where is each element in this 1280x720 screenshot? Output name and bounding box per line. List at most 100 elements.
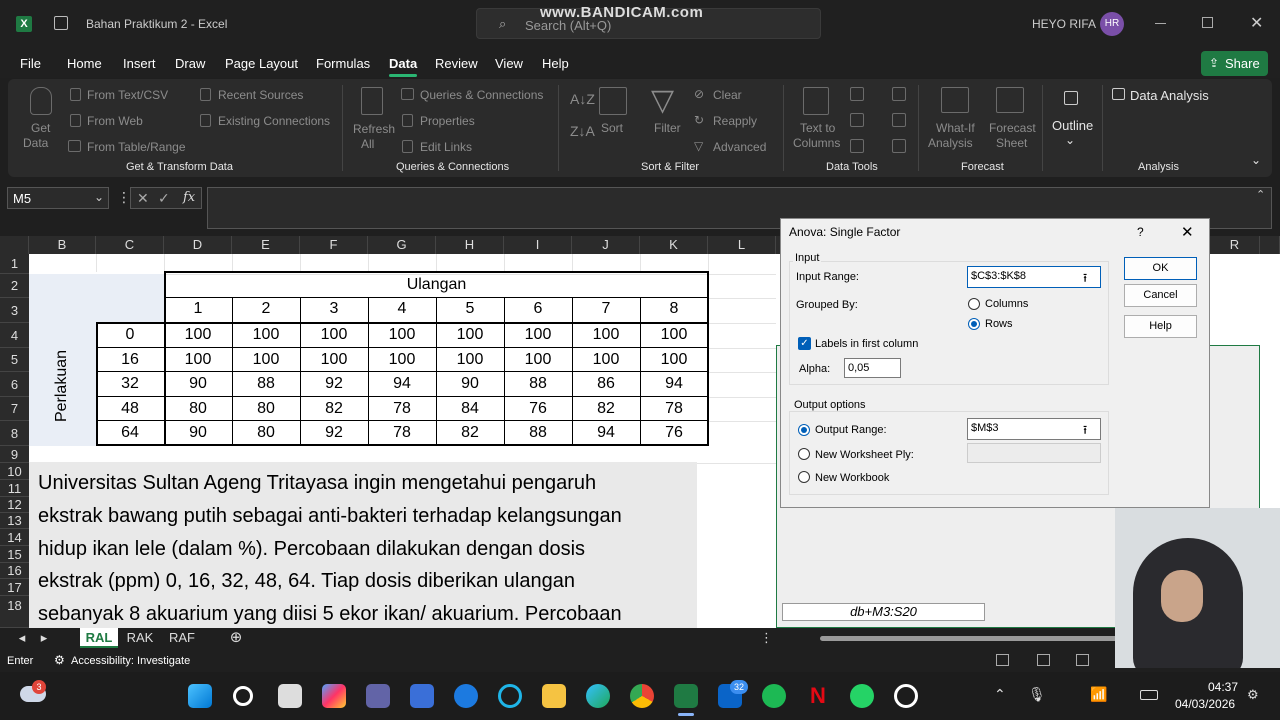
menu-page-layout[interactable]: Page Layout	[225, 56, 298, 71]
sort-za-icon[interactable]: Z↓A	[570, 123, 595, 139]
column-header-k[interactable]: K	[640, 236, 708, 254]
menu-formulas[interactable]: Formulas	[316, 56, 370, 71]
output-range-radio[interactable]	[798, 424, 810, 436]
cancel-entry-icon[interactable]: ✕	[137, 190, 149, 207]
confirm-entry-icon[interactable]: ✓	[158, 190, 170, 207]
value-cell[interactable]: 100	[436, 351, 504, 369]
value-cell[interactable]: 86	[572, 375, 640, 393]
normal-view-icon[interactable]	[996, 654, 1009, 666]
column-header-f[interactable]: F	[300, 236, 368, 254]
labels-checkbox[interactable]: ✓	[798, 337, 811, 350]
chevron-down-icon[interactable]: ⌄	[1065, 133, 1075, 147]
insert-function-icon[interactable]: fx	[183, 190, 195, 205]
recent-sources[interactable]: Recent Sources	[218, 88, 303, 102]
cortana-icon[interactable]	[498, 684, 522, 708]
row-header[interactable]: 10	[0, 463, 29, 480]
relationships-icon[interactable]	[892, 113, 906, 127]
value-cell[interactable]: 100	[300, 326, 368, 344]
dialog-help-icon[interactable]: ?	[1137, 225, 1144, 239]
show-hidden-icons[interactable]: ⌃	[994, 686, 1006, 703]
value-cell[interactable]: 100	[232, 326, 300, 344]
remove-duplicates-icon[interactable]	[850, 113, 864, 127]
value-cell[interactable]: 88	[232, 375, 300, 393]
value-cell[interactable]: 100	[368, 326, 436, 344]
from-web[interactable]: From Web	[87, 114, 143, 128]
new-workbook-label[interactable]: New Workbook	[815, 472, 889, 484]
help-button[interactable]: Help	[1124, 315, 1197, 338]
outline-label[interactable]: Outline	[1052, 118, 1093, 133]
task-view-icon[interactable]	[278, 684, 302, 708]
copilot-icon[interactable]	[322, 684, 346, 708]
column-header-l[interactable]: L	[708, 236, 776, 254]
row-header[interactable]: 3	[0, 298, 29, 323]
dialog-close-icon[interactable]: ✕	[1181, 223, 1194, 241]
new-worksheet-field[interactable]	[967, 443, 1101, 463]
dose-cell[interactable]: 64	[96, 424, 164, 442]
column-header-r[interactable]: R	[1210, 236, 1260, 254]
row-header[interactable]: 9	[0, 446, 29, 463]
get-data-label-2[interactable]: Data	[23, 136, 48, 150]
columns-radio[interactable]	[968, 298, 980, 310]
new-workbook-radio[interactable]	[798, 471, 810, 483]
consolidate-icon[interactable]	[892, 87, 906, 101]
tab-scroll-right-icon[interactable]: ▸	[38, 628, 50, 648]
sheet-tab-raf[interactable]: RAF	[164, 628, 200, 648]
spotify-icon[interactable]	[762, 684, 786, 708]
edge-icon[interactable]	[586, 684, 610, 708]
share-button[interactable]: ⇪ Share	[1201, 51, 1268, 76]
row-header[interactable]: 15	[0, 546, 29, 563]
notification-icon[interactable]: ⚙	[1247, 687, 1259, 703]
row-header[interactable]: 14	[0, 529, 29, 546]
restore-icon[interactable]	[1202, 17, 1213, 28]
ok-button[interactable]: OK	[1124, 257, 1197, 280]
more-icon[interactable]: ⋮	[117, 189, 131, 206]
value-cell[interactable]: 100	[572, 326, 640, 344]
value-cell[interactable]: 100	[300, 351, 368, 369]
sort-label[interactable]: Sort	[601, 121, 623, 135]
netflix-icon[interactable]: N	[806, 684, 830, 708]
menu-help[interactable]: Help	[542, 56, 569, 71]
menu-view[interactable]: View	[495, 56, 523, 71]
value-cell[interactable]: 94	[368, 375, 436, 393]
page-layout-view-icon[interactable]	[1037, 654, 1050, 666]
text-to-columns-label[interactable]: Text to	[800, 121, 835, 135]
text-to-columns-label-2[interactable]: Columns	[793, 136, 840, 150]
alpha-field[interactable]: 0,05	[844, 358, 901, 378]
value-cell[interactable]: 100	[640, 351, 708, 369]
row-header[interactable]: 4	[0, 323, 29, 348]
column-header-c[interactable]: C	[96, 236, 164, 254]
menu-data[interactable]: Data	[389, 56, 417, 71]
new-worksheet-radio[interactable]	[798, 448, 810, 460]
clock-date[interactable]: 04/03/2026	[1175, 697, 1235, 711]
refresh-all-label[interactable]: Refresh	[353, 122, 395, 136]
store-icon[interactable]	[410, 684, 434, 708]
value-cell[interactable]: 100	[164, 351, 232, 369]
value-cell[interactable]: 78	[368, 424, 436, 442]
value-cell[interactable]: 100	[436, 326, 504, 344]
what-if-label-2[interactable]: Analysis	[928, 136, 973, 150]
value-cell[interactable]: 80	[164, 400, 232, 418]
value-cell[interactable]: 100	[504, 326, 572, 344]
value-cell[interactable]: 88	[504, 424, 572, 442]
value-cell[interactable]: 78	[640, 400, 708, 418]
collapse-dialog-icon[interactable]: ⭱	[1083, 421, 1087, 442]
output-range-label[interactable]: Output Range:	[815, 424, 887, 436]
chrome-icon[interactable]	[630, 684, 654, 708]
horizontal-scrollbar[interactable]	[782, 632, 1122, 644]
rows-radio-label[interactable]: Rows	[985, 318, 1013, 330]
value-cell[interactable]: 90	[164, 424, 232, 442]
cancel-button[interactable]: Cancel	[1124, 284, 1197, 307]
value-cell[interactable]: 100	[368, 351, 436, 369]
row-header[interactable]: 7	[0, 397, 29, 421]
whatsapp-icon[interactable]	[850, 684, 874, 708]
value-cell[interactable]: 92	[300, 375, 368, 393]
column-header-d[interactable]: D	[164, 236, 232, 254]
value-cell[interactable]: 94	[572, 424, 640, 442]
menu-draw[interactable]: Draw	[175, 56, 205, 71]
refresh-all-label-2[interactable]: All	[361, 137, 374, 151]
bandicam-icon[interactable]	[894, 684, 918, 708]
reapply-label[interactable]: Reapply	[713, 114, 757, 128]
dose-cell[interactable]: 0	[96, 326, 164, 344]
data-model-icon[interactable]	[892, 139, 906, 153]
row-header[interactable]: 2	[0, 274, 29, 298]
